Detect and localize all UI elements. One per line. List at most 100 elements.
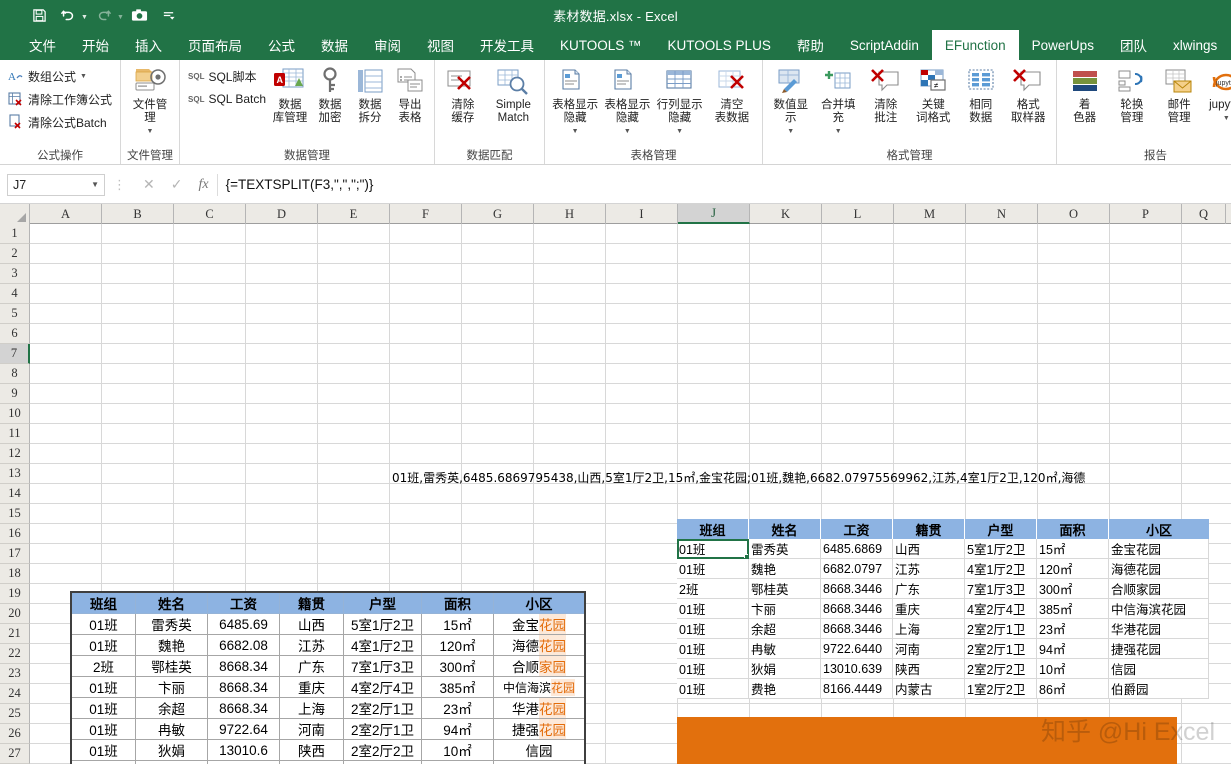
source-cell[interactable]: 陕西 [280,740,344,761]
output-cell[interactable]: 华港花园 [1109,619,1209,639]
chevron-down-icon[interactable]: ▼ [624,125,631,138]
row-header-21[interactable]: 21 [0,624,30,644]
simple-match-button[interactable]: Simple Match [488,63,539,125]
tab-team[interactable]: 团队 [1107,30,1160,60]
column-header-I[interactable]: I [606,204,678,224]
table-row[interactable]: 01班 冉敏 9722.64 河南 2室2厅1卫 94㎡ 捷强 花园 [72,719,584,740]
tab-xlwings[interactable]: xlwings [1160,30,1230,60]
source-cell-community[interactable]: 中信海滨 花园 [494,677,584,698]
output-cell[interactable]: 01班 [677,559,749,579]
source-cell[interactable]: 8668.34 [208,677,280,698]
rowcol-show-hide-button[interactable]: 行列显示 隐藏 ▼ [655,63,705,138]
source-cell-community[interactable]: 金宝 花园 [494,614,584,635]
row-header-17[interactable]: 17 [0,544,30,564]
sql-batch-icon[interactable]: SQL SQL Batch [185,88,269,110]
table-show-hide-button-1[interactable]: 表格显示 隐藏 ▼ [550,63,600,138]
table-row[interactable]: 2班 鄂桂英 8668.34 广东 7室1厅3卫 300㎡ 合顺 家园 [72,656,584,677]
source-cell[interactable]: 6485.69 [208,614,280,635]
cancel-icon[interactable]: ✕ [143,176,155,193]
table-row[interactable]: 01班 余超 8668.3446 上海 2室2厅1卫 23㎡ 华港花园 [677,619,1209,639]
source-cell[interactable]: 河南 [280,719,344,740]
output-cell[interactable]: 120㎡ [1037,559,1109,579]
output-cell[interactable]: 陕西 [893,659,965,679]
output-cell[interactable]: 合顺家园 [1109,579,1209,599]
row-header-7[interactable]: 7 [0,344,30,364]
output-cell[interactable]: 01班 [677,639,749,659]
source-cell-community[interactable]: 捷强 花园 [494,719,584,740]
output-cell[interactable]: 4室2厅4卫 [965,599,1037,619]
same-data-button[interactable]: 相同 数据 [958,63,1004,125]
row-header-4[interactable]: 4 [0,284,30,304]
source-cell[interactable]: 10㎡ [422,740,494,761]
source-cell-community[interactable]: 信园 [494,740,584,761]
select-all-corner[interactable] [0,204,30,224]
tab-view[interactable]: 视图 [414,30,467,60]
output-cell[interactable]: 13010.639 [821,659,893,679]
source-cell[interactable]: 2班 [72,656,136,677]
tab-review[interactable]: 审阅 [361,30,414,60]
source-cell-community[interactable]: 华港 花园 [494,698,584,719]
clear-cache-button[interactable]: 清除 缓存 [440,63,486,125]
output-cell[interactable]: 魏艳 [749,559,821,579]
output-cell[interactable]: 金宝花园 [1109,539,1209,559]
chevron-down-icon[interactable]: ▼ [835,125,842,138]
output-cell[interactable]: 23㎡ [1037,619,1109,639]
row-header-16[interactable]: 16 [0,524,30,544]
source-cell[interactable]: 01班 [72,635,136,656]
export-table-button[interactable]: 导出 表格 [391,63,429,125]
row-header-11[interactable]: 11 [0,424,30,444]
output-cell[interactable]: 1室2厅2卫 [965,679,1037,699]
insert-function-icon[interactable]: fx [198,177,208,193]
clear-formula-batch-icon[interactable]: 清除公式Batch [5,111,115,133]
source-cell[interactable]: 385㎡ [422,677,494,698]
tab-kutools-plus[interactable]: KUTOOLS PLUS [655,30,784,60]
output-cell[interactable]: 2室2厅2卫 [965,659,1037,679]
row-header-6[interactable]: 6 [0,324,30,344]
output-cell[interactable]: 8668.3446 [821,619,893,639]
array-formula-icon[interactable]: A 数组公式 ▼ [5,65,115,87]
source-cell[interactable]: 2室2厅1卫 [344,719,422,740]
tab-powerups[interactable]: PowerUps [1019,30,1107,60]
output-cell[interactable]: 信园 [1109,659,1209,679]
source-cell[interactable]: 7室1厅3卫 [344,656,422,677]
source-cell[interactable]: 01班 [72,740,136,761]
row-header-8[interactable]: 8 [0,364,30,384]
row-header-19[interactable]: 19 [0,584,30,604]
output-cell[interactable]: 捷强花园 [1109,639,1209,659]
table-row[interactable]: 01班 卞丽 8668.3446 重庆 4室2厅4卫 385㎡ 中信海滨花园 [677,599,1209,619]
output-cell[interactable]: 伯爵园 [1109,679,1209,699]
source-cell[interactable]: 5室1厅2卫 [344,614,422,635]
column-header-D[interactable]: D [246,204,318,224]
row-header-14[interactable]: 14 [0,484,30,504]
output-cell[interactable]: 8166.4449 [821,679,893,699]
table-row[interactable]: 01班 狄娟 13010.639 陕西 2室2厅2卫 10㎡ 信园 [677,659,1209,679]
column-header-P[interactable]: P [1110,204,1182,224]
tab-home[interactable]: 开始 [69,30,122,60]
merge-fill-button[interactable]: 合并填 充 ▼ [816,63,862,138]
source-cell[interactable]: 魏艳 [136,635,208,656]
row-header-5[interactable]: 5 [0,304,30,324]
source-cell[interactable]: 01班 [72,719,136,740]
row-header-9[interactable]: 9 [0,384,30,404]
output-cell[interactable]: 河南 [893,639,965,659]
source-cell[interactable]: 卞丽 [136,677,208,698]
output-cell[interactable]: 7室1厅3卫 [965,579,1037,599]
enter-icon[interactable]: ✓ [171,176,183,193]
chevron-down-icon[interactable]: ▼ [1223,112,1230,125]
output-cell[interactable]: 冉敏 [749,639,821,659]
output-cell[interactable]: 鄂桂英 [749,579,821,599]
source-cell[interactable]: 重庆 [280,677,344,698]
clear-table-data-button[interactable]: 清空 表数据 [707,63,757,125]
row-header-27[interactable]: 27 [0,744,30,764]
output-cell[interactable]: 上海 [893,619,965,639]
table-row[interactable]: 01班 雷秀英 6485.6869 山西 5室1厅2卫 15㎡ 金宝花园 [677,539,1209,559]
chevron-down-icon[interactable]: ▼ [787,125,794,138]
tab-scriptaddin[interactable]: ScriptAddin [837,30,932,60]
chevron-down-icon[interactable]: ▼ [676,125,683,138]
source-cell[interactable]: 鄂桂英 [136,656,208,677]
row-header-10[interactable]: 10 [0,404,30,424]
source-cell[interactable]: 山西 [280,614,344,635]
column-header-K[interactable]: K [750,204,822,224]
output-cell[interactable]: 385㎡ [1037,599,1109,619]
row-header-22[interactable]: 22 [0,644,30,664]
